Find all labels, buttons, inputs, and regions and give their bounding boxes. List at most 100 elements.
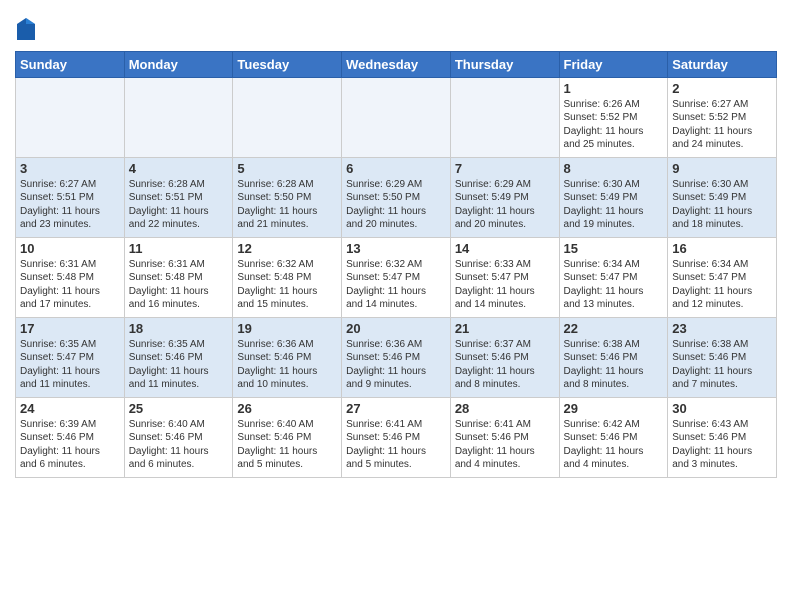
day-info: Sunrise: 6:28 AM Sunset: 5:50 PM Dayligh… [237,178,337,232]
column-header-friday: Friday [559,51,668,77]
day-number: 23 [672,321,772,336]
day-number: 22 [564,321,664,336]
day-number: 28 [455,401,555,416]
day-number: 16 [672,241,772,256]
calendar-cell: 24 Sunrise: 6:39 AM Sunset: 5:46 PM Dayli… [16,397,125,477]
day-info: Sunrise: 6:42 AM Sunset: 5:46 PM Dayligh… [564,418,664,472]
day-number: 15 [564,241,664,256]
calendar-cell: 7 Sunrise: 6:29 AM Sunset: 5:49 PM Daylig… [450,157,559,237]
day-info: Sunrise: 6:37 AM Sunset: 5:46 PM Dayligh… [455,338,555,392]
calendar-cell: 8 Sunrise: 6:30 AM Sunset: 5:49 PM Daylig… [559,157,668,237]
calendar-cell: 1 Sunrise: 6:26 AM Sunset: 5:52 PM Daylig… [559,77,668,157]
day-info: Sunrise: 6:43 AM Sunset: 5:46 PM Dayligh… [672,418,772,472]
calendar-cell: 2 Sunrise: 6:27 AM Sunset: 5:52 PM Daylig… [668,77,777,157]
day-info: Sunrise: 6:40 AM Sunset: 5:46 PM Dayligh… [237,418,337,472]
calendar-cell: 12 Sunrise: 6:32 AM Sunset: 5:48 PM Dayli… [233,237,342,317]
day-number: 24 [20,401,120,416]
day-number: 21 [455,321,555,336]
day-number: 10 [20,241,120,256]
day-number: 12 [237,241,337,256]
day-number: 18 [129,321,229,336]
calendar-cell: 14Sunrise: 6:33 AM Sunset: 5:47 PM Dayli… [450,237,559,317]
day-info: Sunrise: 6:38 AM Sunset: 5:46 PM Dayligh… [564,338,664,392]
day-number: 1 [564,81,664,96]
calendar-cell: 9Sunrise: 6:30 AM Sunset: 5:49 PM Daylig… [668,157,777,237]
calendar-cell: 25 Sunrise: 6:40 AM Sunset: 5:46 PM Dayli… [124,397,233,477]
day-info: Sunrise: 6:28 AM Sunset: 5:51 PM Dayligh… [129,178,229,232]
day-info: Sunrise: 6:29 AM Sunset: 5:50 PM Dayligh… [346,178,446,232]
calendar-cell: 28 Sunrise: 6:41 AM Sunset: 5:46 PM Dayli… [450,397,559,477]
calendar-cell [450,77,559,157]
day-info: Sunrise: 6:39 AM Sunset: 5:46 PM Dayligh… [20,418,120,472]
day-number: 26 [237,401,337,416]
day-info: Sunrise: 6:30 AM Sunset: 5:49 PM Dayligh… [564,178,664,232]
logo-icon [17,18,35,40]
calendar-cell [16,77,125,157]
day-info: Sunrise: 6:27 AM Sunset: 5:52 PM Dayligh… [672,98,772,152]
day-info: Sunrise: 6:38 AM Sunset: 5:46 PM Dayligh… [672,338,772,392]
column-header-monday: Monday [124,51,233,77]
day-info: Sunrise: 6:40 AM Sunset: 5:46 PM Dayligh… [129,418,229,472]
day-number: 19 [237,321,337,336]
day-number: 17 [20,321,120,336]
calendar-cell: 5Sunrise: 6:28 AM Sunset: 5:50 PM Daylig… [233,157,342,237]
column-header-saturday: Saturday [668,51,777,77]
calendar-header-row: SundayMondayTuesdayWednesdayThursdayFrid… [16,51,777,77]
calendar-cell: 4Sunrise: 6:28 AM Sunset: 5:51 PM Daylig… [124,157,233,237]
calendar-cell: 29 Sunrise: 6:42 AM Sunset: 5:46 PM Dayli… [559,397,668,477]
calendar-cell [124,77,233,157]
calendar-cell: 18 Sunrise: 6:35 AM Sunset: 5:46 PM Dayli… [124,317,233,397]
day-info: Sunrise: 6:34 AM Sunset: 5:47 PM Dayligh… [564,258,664,312]
day-number: 3 [20,161,120,176]
day-info: Sunrise: 6:34 AM Sunset: 5:47 PM Dayligh… [672,258,772,312]
day-info: Sunrise: 6:29 AM Sunset: 5:49 PM Dayligh… [455,178,555,232]
calendar-table: SundayMondayTuesdayWednesdayThursdayFrid… [15,51,777,478]
calendar-cell: 17 Sunrise: 6:35 AM Sunset: 5:47 PM Dayli… [16,317,125,397]
calendar-cell: 16 Sunrise: 6:34 AM Sunset: 5:47 PM Dayli… [668,237,777,317]
day-number: 30 [672,401,772,416]
calendar-cell: 27 Sunrise: 6:41 AM Sunset: 5:46 PM Dayli… [342,397,451,477]
day-info: Sunrise: 6:32 AM Sunset: 5:47 PM Dayligh… [346,258,446,312]
column-header-sunday: Sunday [16,51,125,77]
day-info: Sunrise: 6:36 AM Sunset: 5:46 PM Dayligh… [237,338,337,392]
calendar-week-row: 24 Sunrise: 6:39 AM Sunset: 5:46 PM Dayli… [16,397,777,477]
day-info: Sunrise: 6:26 AM Sunset: 5:52 PM Dayligh… [564,98,664,152]
day-number: 7 [455,161,555,176]
day-number: 2 [672,81,772,96]
day-number: 29 [564,401,664,416]
day-info: Sunrise: 6:32 AM Sunset: 5:48 PM Dayligh… [237,258,337,312]
day-number: 11 [129,241,229,256]
day-number: 20 [346,321,446,336]
day-number: 13 [346,241,446,256]
calendar-cell: 13 Sunrise: 6:32 AM Sunset: 5:47 PM Dayli… [342,237,451,317]
column-header-thursday: Thursday [450,51,559,77]
calendar-cell [233,77,342,157]
calendar-cell: 30 Sunrise: 6:43 AM Sunset: 5:46 PM Dayli… [668,397,777,477]
day-info: Sunrise: 6:27 AM Sunset: 5:51 PM Dayligh… [20,178,120,232]
calendar-week-row: 10Sunrise: 6:31 AM Sunset: 5:48 PM Dayli… [16,237,777,317]
day-number: 6 [346,161,446,176]
calendar-cell: 22 Sunrise: 6:38 AM Sunset: 5:46 PM Dayli… [559,317,668,397]
calendar-cell [342,77,451,157]
day-info: Sunrise: 6:33 AM Sunset: 5:47 PM Dayligh… [455,258,555,312]
day-number: 25 [129,401,229,416]
day-info: Sunrise: 6:35 AM Sunset: 5:47 PM Dayligh… [20,338,120,392]
day-number: 27 [346,401,446,416]
calendar-cell: 11Sunrise: 6:31 AM Sunset: 5:48 PM Dayli… [124,237,233,317]
day-number: 8 [564,161,664,176]
calendar-week-row: 17 Sunrise: 6:35 AM Sunset: 5:47 PM Dayli… [16,317,777,397]
day-info: Sunrise: 6:41 AM Sunset: 5:46 PM Dayligh… [455,418,555,472]
day-info: Sunrise: 6:41 AM Sunset: 5:46 PM Dayligh… [346,418,446,472]
calendar-cell: 26 Sunrise: 6:40 AM Sunset: 5:46 PM Dayli… [233,397,342,477]
calendar-week-row: 1 Sunrise: 6:26 AM Sunset: 5:52 PM Daylig… [16,77,777,157]
logo [15,18,35,45]
column-header-wednesday: Wednesday [342,51,451,77]
calendar-cell: 20Sunrise: 6:36 AM Sunset: 5:46 PM Dayli… [342,317,451,397]
day-info: Sunrise: 6:35 AM Sunset: 5:46 PM Dayligh… [129,338,229,392]
calendar-cell: 23 Sunrise: 6:38 AM Sunset: 5:46 PM Dayli… [668,317,777,397]
calendar-cell: 15 Sunrise: 6:34 AM Sunset: 5:47 PM Dayli… [559,237,668,317]
column-header-tuesday: Tuesday [233,51,342,77]
calendar-cell: 10Sunrise: 6:31 AM Sunset: 5:48 PM Dayli… [16,237,125,317]
calendar-cell: 21 Sunrise: 6:37 AM Sunset: 5:46 PM Dayli… [450,317,559,397]
day-info: Sunrise: 6:30 AM Sunset: 5:49 PM Dayligh… [672,178,772,232]
